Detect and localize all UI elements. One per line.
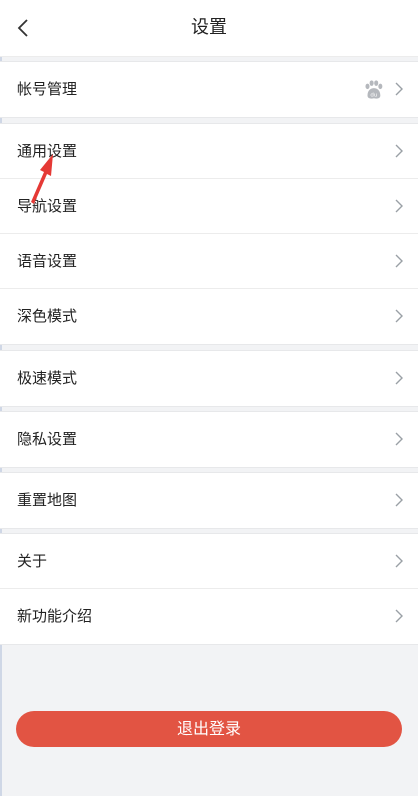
chevron-right-icon <box>395 371 403 385</box>
top-bar: 设置 <box>0 0 418 57</box>
settings-item-dark-mode[interactable]: 深色模式 <box>0 289 418 344</box>
settings-group-map: 重置地图 <box>0 472 418 529</box>
settings-group-speed: 极速模式 <box>0 350 418 407</box>
settings-group-privacy: 隐私设置 <box>0 411 418 468</box>
settings-item-reset-map[interactable]: 重置地图 <box>0 473 418 528</box>
settings-group-general: 通用设置 导航设置 语音设置 深色模式 <box>0 123 418 345</box>
chevron-right-icon <box>395 254 403 268</box>
chevron-right-icon <box>395 309 403 323</box>
settings-item-whats-new[interactable]: 新功能介绍 <box>0 589 418 644</box>
paw-icon: du <box>365 80 383 99</box>
svg-text:du: du <box>370 92 377 98</box>
settings-item-label: 极速模式 <box>17 369 78 387</box>
chevron-right-icon <box>395 609 403 623</box>
settings-item-general[interactable]: 通用设置 <box>0 124 418 179</box>
settings-item-navigation[interactable]: 导航设置 <box>0 179 418 234</box>
logout-button[interactable]: 退出登录 <box>16 711 402 747</box>
chevron-right-icon <box>395 493 403 507</box>
settings-group-about: 关于 新功能介绍 <box>0 533 418 645</box>
chevron-right-icon <box>395 144 403 158</box>
settings-group-account: 帐号管理 du <box>0 61 418 118</box>
settings-item-label: 关于 <box>17 552 48 570</box>
page-title: 设置 <box>191 17 227 38</box>
chevron-right-icon <box>395 82 403 96</box>
chevron-right-icon <box>395 199 403 213</box>
settings-item-label: 隐私设置 <box>17 430 78 448</box>
chevron-right-icon <box>395 432 403 446</box>
settings-item-label: 导航设置 <box>17 197 78 215</box>
settings-item-label: 通用设置 <box>17 142 78 160</box>
settings-item-label: 重置地图 <box>17 491 78 509</box>
settings-item-about[interactable]: 关于 <box>0 534 418 589</box>
settings-item-label: 帐号管理 <box>17 80 78 98</box>
settings-item-label: 深色模式 <box>17 307 78 325</box>
settings-item-account[interactable]: 帐号管理 du <box>0 62 418 117</box>
settings-item-label: 语音设置 <box>17 252 78 270</box>
settings-item-privacy[interactable]: 隐私设置 <box>0 412 418 467</box>
settings-item-voice[interactable]: 语音设置 <box>0 234 418 289</box>
settings-item-label: 新功能介绍 <box>17 607 93 625</box>
settings-item-speed-mode[interactable]: 极速模式 <box>0 351 418 406</box>
chevron-right-icon <box>395 554 403 568</box>
